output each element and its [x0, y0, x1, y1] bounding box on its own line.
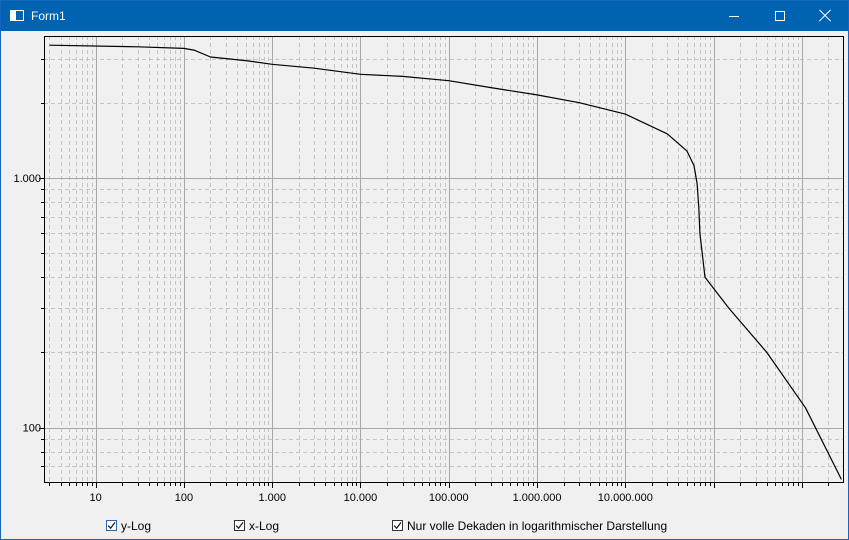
minimize-icon: [729, 16, 739, 17]
window-form-icon[interactable]: [10, 10, 24, 21]
full-decades-checkbox-box[interactable]: [392, 520, 403, 531]
close-icon: [819, 10, 831, 22]
log-log-chart: 10 100 1.000 10.000 100.000 1.000.000 10.000.0…: [13, 36, 844, 504]
window-title: Form1: [31, 9, 66, 23]
maximize-button[interactable]: [757, 1, 803, 31]
y-tick-label: 100: [23, 423, 41, 435]
x-tick-label: 100: [175, 492, 193, 504]
y-log-label: y-Log: [121, 519, 152, 533]
checkmark-icon: [235, 522, 244, 530]
full-decades-label: Nur volle Dekaden in logarithmischer Dar…: [407, 519, 668, 533]
checkmark-icon: [393, 522, 402, 530]
x-tick-label: 1.000: [258, 492, 286, 504]
x-tick-label: 10: [90, 492, 102, 504]
x-tick-label: 100.000: [429, 492, 469, 504]
x-log-checkbox-box[interactable]: [234, 520, 245, 531]
y-tick-label: 1.000: [13, 173, 41, 185]
minimize-button[interactable]: [711, 1, 757, 31]
title-bar[interactable]: Form1: [1, 1, 848, 31]
checkmark-icon: [107, 522, 116, 530]
close-button[interactable]: [802, 1, 848, 31]
form1-window: Form1 10 100 1.000 10.000 100.000 1.000.000 10…: [0, 0, 849, 540]
y-log-checkbox-box[interactable]: [106, 520, 117, 531]
x-tick-label: 10.000: [344, 492, 378, 504]
x-log-label: x-Log: [249, 519, 280, 533]
maximize-icon: [775, 11, 785, 21]
x-tick-label: 1.000.000: [513, 492, 562, 504]
x-tick-label: 10.000.000: [598, 492, 653, 504]
